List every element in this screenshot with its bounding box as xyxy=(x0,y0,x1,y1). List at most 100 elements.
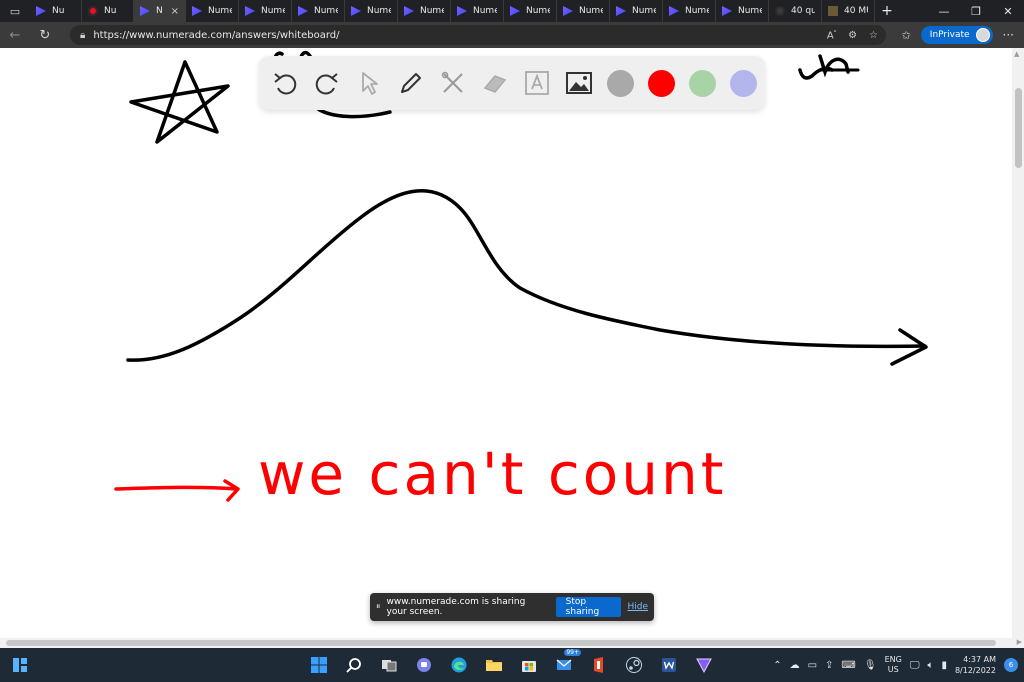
address-bar[interactable]: 🔒︎ https://www.numerade.com/answers/whit… xyxy=(70,25,886,45)
language-indicator[interactable]: ENG US xyxy=(885,655,902,675)
network-icon[interactable]: 🖵︎ xyxy=(910,660,920,671)
color-swatch[interactable] xyxy=(607,69,634,97)
whiteboard-canvas[interactable]: we can't count xyxy=(0,48,1012,638)
inprivate-label: InPrivate xyxy=(929,30,970,40)
browser-tab[interactable]: Numera xyxy=(610,0,663,22)
tab-strip: ▭ NuNuNu×NumeraNumeraNumeraNumeraNumeraN… xyxy=(0,0,1024,22)
store-icon[interactable] xyxy=(516,652,542,678)
browser-tab[interactable]: Nu xyxy=(82,0,134,22)
tab-label: Nu xyxy=(52,6,65,16)
color-swatch[interactable] xyxy=(689,69,716,97)
browser-tab[interactable]: Nu × xyxy=(134,0,186,22)
add-favorite-icon[interactable]: ☆ xyxy=(869,30,878,41)
scroll-right-icon[interactable]: ▶ xyxy=(1017,638,1022,646)
tracking-prevention-icon[interactable]: ⚙ xyxy=(848,30,857,41)
browser-tab[interactable]: Numera xyxy=(716,0,769,22)
edge-icon[interactable] xyxy=(446,652,472,678)
numerade-favicon-icon xyxy=(669,6,679,16)
tab-label: 40 MU xyxy=(844,6,868,16)
favorites-icon[interactable]: ✩ xyxy=(902,29,911,42)
region-code: US xyxy=(887,665,899,674)
steam-icon[interactable] xyxy=(621,652,647,678)
word-icon[interactable] xyxy=(656,652,682,678)
hide-link[interactable]: Hide xyxy=(627,602,648,612)
task-view-icon[interactable] xyxy=(376,652,402,678)
vertical-scrollbar[interactable]: ▲ xyxy=(1012,48,1024,638)
tab-label: Numera xyxy=(367,6,391,16)
more-menu-icon[interactable]: ··· xyxy=(1003,28,1014,42)
redo-icon[interactable] xyxy=(313,68,341,98)
upload-icon[interactable]: ⇪ xyxy=(825,660,833,671)
browser-tab[interactable]: Numera xyxy=(504,0,557,22)
browser-tab[interactable]: 40 que xyxy=(769,0,822,22)
office-icon[interactable] xyxy=(586,652,612,678)
chevron-up-icon[interactable]: ⌃ xyxy=(773,660,781,671)
numerade-favicon-icon xyxy=(140,6,150,16)
notification-icon[interactable]: 6 xyxy=(1004,658,1018,672)
new-tab-button[interactable]: + xyxy=(875,3,899,19)
widgets-icon[interactable] xyxy=(12,657,28,673)
mail-icon[interactable]: 99+ xyxy=(551,649,581,678)
close-tab-icon[interactable]: × xyxy=(171,6,179,17)
start-icon[interactable] xyxy=(306,652,332,678)
refresh-button[interactable]: ↻ xyxy=(30,28,60,43)
browser-tab[interactable]: 40 MU xyxy=(822,0,875,22)
url-text: https://www.numerade.com/answers/whitebo… xyxy=(93,29,340,41)
browser-tab[interactable]: Numera xyxy=(451,0,504,22)
browser-tab[interactable]: Numera xyxy=(345,0,398,22)
display-icon[interactable]: ▭ xyxy=(808,660,817,671)
browser-tab[interactable]: Numera xyxy=(292,0,345,22)
drag-grip-icon[interactable]: ⏸ xyxy=(376,602,381,612)
pen-icon[interactable] xyxy=(397,68,425,98)
tab-actions-button[interactable]: ▭ xyxy=(0,0,30,22)
horizontal-scrollbar[interactable] xyxy=(0,638,1012,648)
color-swatches xyxy=(607,69,757,97)
cloud-icon[interactable]: ☁ xyxy=(790,660,800,671)
pointer-icon[interactable] xyxy=(355,68,383,98)
tools-icon[interactable] xyxy=(439,68,467,98)
mail-badge: 99+ xyxy=(564,649,581,656)
restore-icon[interactable]: ❐ xyxy=(960,0,992,22)
share-message: www.numerade.com is sharing your screen. xyxy=(386,597,526,617)
teams-chat-icon[interactable] xyxy=(411,652,437,678)
back-button[interactable]: ← xyxy=(0,28,30,43)
numerade-favicon-icon xyxy=(404,6,414,16)
tabs-container: Nu Nu Nu × Numera Numera Numera Numera Numera Num… xyxy=(30,0,875,22)
vpn-icon[interactable] xyxy=(691,652,717,678)
browser-tab[interactable]: Nu xyxy=(30,0,82,22)
browser-tab[interactable]: Numera xyxy=(239,0,292,22)
browser-tab[interactable]: Numera xyxy=(398,0,451,22)
minimize-icon[interactable]: — xyxy=(928,0,960,22)
color-swatch[interactable] xyxy=(648,69,675,97)
battery-icon[interactable]: ▮ xyxy=(941,660,947,671)
microphone-icon[interactable]: 🎙︎ xyxy=(864,660,877,671)
toolbar-right: ✩ InPrivate ··· xyxy=(902,22,1024,48)
color-swatch[interactable] xyxy=(730,69,757,97)
keyboard-icon[interactable]: ⌨ xyxy=(841,660,855,671)
undo-icon[interactable] xyxy=(271,68,299,98)
browser-tab[interactable]: Numera xyxy=(663,0,716,22)
address-bar-actions: Aᵃ ⚙ ☆ xyxy=(827,25,878,45)
image-icon[interactable] xyxy=(565,68,593,98)
numerade-favicon-icon xyxy=(245,6,255,16)
page-content: we can't count xyxy=(0,48,1012,638)
tab-label: Numera xyxy=(208,6,232,16)
tab-label: Numera xyxy=(579,6,603,16)
volume-icon[interactable]: 🔈︎ xyxy=(927,660,933,671)
stop-sharing-button[interactable]: Stop sharing xyxy=(555,597,622,617)
horizontal-scroll-thumb[interactable] xyxy=(6,640,996,646)
search-icon[interactable] xyxy=(341,652,367,678)
eraser-icon[interactable] xyxy=(481,68,509,98)
scroll-up-icon[interactable]: ▲ xyxy=(1014,50,1019,58)
close-window-icon[interactable]: ✕ xyxy=(992,0,1024,22)
ring-favicon-icon xyxy=(775,6,785,16)
taskbar: 99+ ⌃ ☁ ▭ ⇪ ⌨ 🎙︎ ENG US 🖵︎ 🔈︎ ▮ 4:37 AM … xyxy=(0,648,1024,682)
browser-tab[interactable]: Numera xyxy=(557,0,610,22)
inprivate-button[interactable]: InPrivate xyxy=(920,26,993,44)
text-icon[interactable] xyxy=(523,68,551,98)
browser-tab[interactable]: Numera xyxy=(186,0,239,22)
clock[interactable]: 4:37 AM 8/12/2022 xyxy=(955,654,996,676)
read-aloud-icon[interactable]: Aᵃ xyxy=(827,29,836,41)
vertical-scroll-thumb[interactable] xyxy=(1015,88,1022,168)
file-explorer-icon[interactable] xyxy=(481,652,507,678)
